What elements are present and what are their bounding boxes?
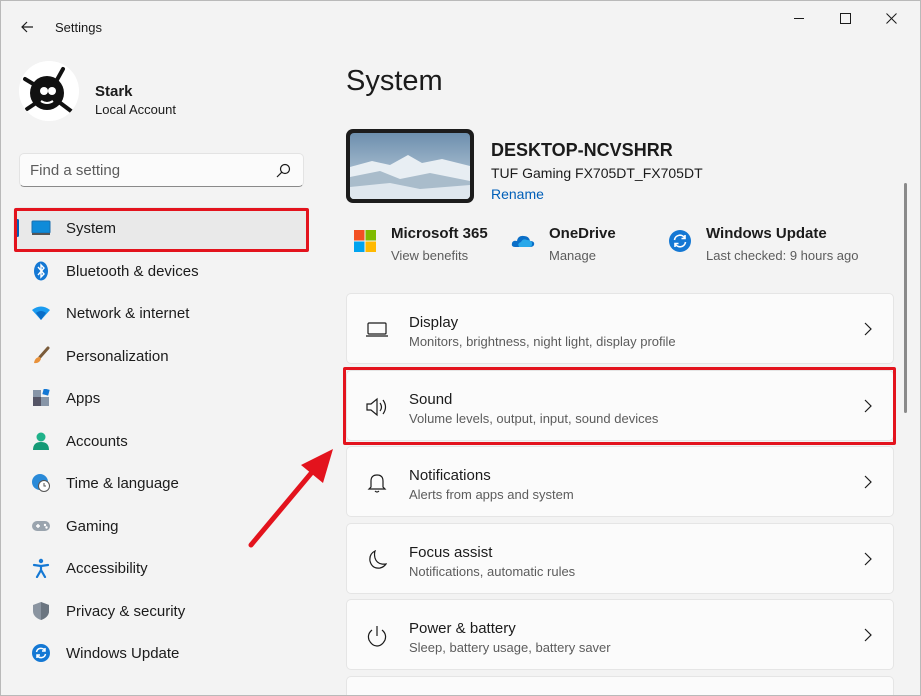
nav-item-apps[interactable]: Apps	[13, 377, 309, 420]
quick-link-title: Microsoft 365	[391, 225, 488, 242]
card-title: Notifications	[409, 467, 491, 484]
search-icon[interactable]	[276, 163, 291, 178]
search-box[interactable]	[19, 153, 304, 187]
nav-label: Privacy & security	[66, 602, 186, 620]
card-title: Focus assist	[409, 543, 493, 561]
avatar	[19, 61, 79, 121]
moon-icon	[365, 548, 389, 572]
nav-label: Accounts	[66, 432, 128, 450]
avatar-logo-icon	[19, 61, 79, 121]
power-icon	[365, 624, 389, 648]
app-title: Settings	[55, 20, 102, 35]
title-bar: Settings	[1, 1, 920, 55]
quick-link-onedrive[interactable]: OneDrive Manage	[511, 223, 651, 267]
card-subtitle: Sleep, battery usage, battery saver	[409, 640, 611, 655]
back-button[interactable]	[13, 13, 41, 41]
update-icon	[31, 643, 51, 663]
apps-icon	[31, 388, 51, 408]
card-focus-assist[interactable]: Focus assist Notifications, automatic ru…	[346, 522, 894, 594]
nav-label: Personalization	[66, 347, 169, 365]
gamepad-icon	[31, 516, 51, 536]
device-name: DESKTOP-NCVSHRR	[491, 140, 673, 160]
card-notifications[interactable]: Notifications Alerts from apps and syste…	[346, 446, 894, 517]
account-type: Local Account	[95, 102, 176, 117]
quick-link-title: OneDrive	[549, 225, 616, 242]
nav-label: Time & language	[66, 475, 179, 492]
nav-label: Gaming	[66, 517, 119, 535]
quick-link-windows-update[interactable]: Windows Update Last checked: 9 hours ago	[668, 223, 878, 267]
close-icon	[885, 12, 897, 24]
card-subtitle: Notifications, automatic rules	[409, 563, 576, 579]
brush-icon	[31, 346, 51, 366]
minimize-button[interactable]	[776, 1, 822, 35]
wifi-icon	[31, 303, 51, 323]
quick-link-subtitle: View benefits	[391, 248, 469, 263]
user-name: Stark	[95, 83, 133, 100]
card-title: Display	[409, 314, 459, 331]
card-display[interactable]: Display Monitors, brightness, night ligh…	[346, 293, 894, 364]
settings-card-list: Display Monitors, brightness, night ligh…	[346, 293, 894, 695]
maximize-icon	[839, 12, 851, 24]
display-icon	[365, 318, 389, 342]
wallpaper-image-icon	[350, 133, 470, 199]
chevron-right-icon	[864, 628, 872, 642]
microsoft-logo-icon	[354, 230, 376, 252]
card-subtitle: Monitors, brightness, night light, displ…	[409, 334, 676, 349]
nav-item-network[interactable]: Network & internet	[13, 292, 309, 335]
maximize-button[interactable]	[822, 1, 868, 35]
highlight-box-system	[14, 208, 309, 252]
person-icon	[31, 431, 51, 451]
chevron-right-icon	[864, 475, 872, 489]
close-button[interactable]	[868, 1, 914, 35]
search-input[interactable]	[30, 154, 270, 186]
cloud-icon	[511, 235, 535, 247]
vertical-scrollbar[interactable]	[904, 183, 907, 413]
bluetooth-icon	[31, 261, 51, 281]
card-power-battery[interactable]: Power & battery Sleep, battery usage, ba…	[346, 599, 894, 670]
quick-link-subtitle: Last checked: 9 hours ago	[706, 248, 859, 263]
nav-label: Network & internet	[66, 305, 190, 322]
nav-item-privacy-security[interactable]: Privacy & security	[13, 590, 309, 633]
highlight-box-sound	[343, 367, 896, 445]
accessibility-icon	[31, 558, 51, 578]
minimize-icon	[793, 17, 804, 19]
chevron-right-icon	[864, 552, 872, 565]
chevron-right-icon	[864, 322, 872, 336]
device-model: TUF Gaming FX705DT_FX705DT	[491, 165, 703, 181]
annotation-arrow-icon	[248, 449, 333, 548]
quick-link-microsoft-365[interactable]: Microsoft 365 View benefits	[353, 223, 503, 267]
nav-item-personalization[interactable]: Personalization	[13, 335, 309, 378]
quick-link-title: Windows Update	[706, 225, 827, 242]
update-icon	[669, 230, 691, 252]
nav-item-windows-update[interactable]: Windows Update	[13, 632, 309, 675]
shield-icon	[31, 601, 51, 621]
rename-link[interactable]: Rename	[491, 186, 544, 202]
sidebar: Stark Local Account System Bl	[1, 55, 331, 695]
card-partial[interactable]	[346, 675, 894, 695]
bell-icon	[365, 471, 389, 495]
settings-window: Settings Stark Local Account Find a sett…	[0, 0, 921, 696]
nav-item-accessibility[interactable]: Accessibility	[13, 547, 309, 590]
nav-label: Apps	[66, 390, 101, 407]
nav-label: Bluetooth & devices	[66, 262, 199, 280]
card-title: Power & battery	[409, 620, 516, 637]
back-arrow-icon	[21, 21, 33, 33]
nav-label: Windows Update	[66, 645, 180, 662]
nav-item-bluetooth[interactable]: Bluetooth & devices	[13, 250, 309, 293]
globe-clock-icon	[31, 473, 51, 493]
quick-link-subtitle: Manage	[549, 248, 596, 263]
nav-label: Accessibility	[66, 560, 148, 577]
page-title: System	[346, 65, 443, 97]
device-wallpaper-thumbnail	[346, 129, 474, 203]
user-profile[interactable]: Stark Local Account	[19, 61, 319, 127]
card-subtitle: Alerts from apps and system	[409, 487, 574, 502]
